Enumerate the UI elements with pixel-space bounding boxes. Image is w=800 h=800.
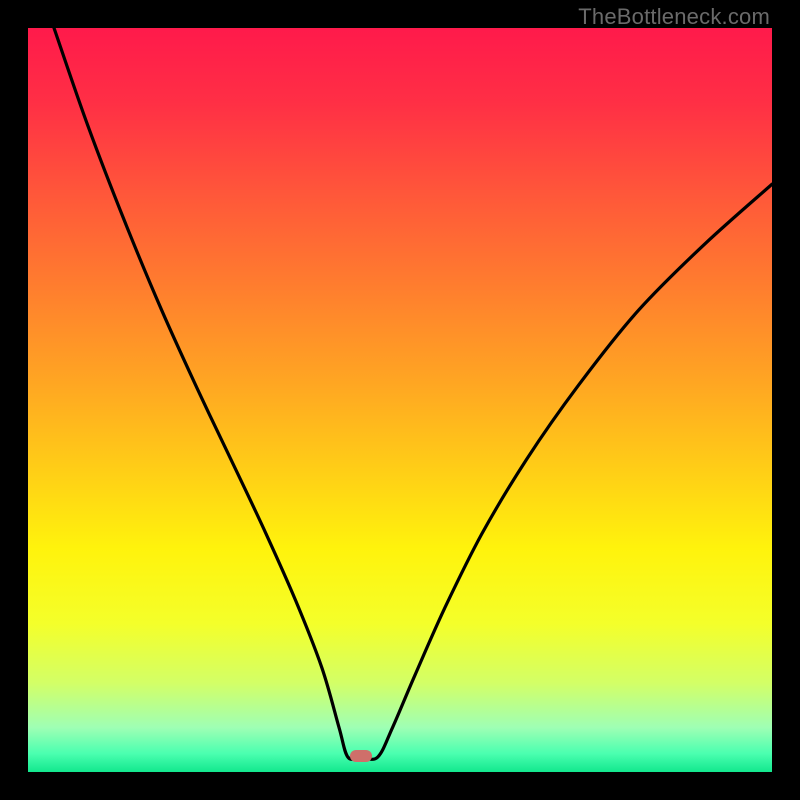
chart-frame: TheBottleneck.com: [0, 0, 800, 800]
bottleneck-curve: [28, 28, 772, 772]
plot-area: [28, 28, 772, 772]
watermark-text: TheBottleneck.com: [578, 4, 770, 30]
optimal-marker: [350, 750, 372, 762]
